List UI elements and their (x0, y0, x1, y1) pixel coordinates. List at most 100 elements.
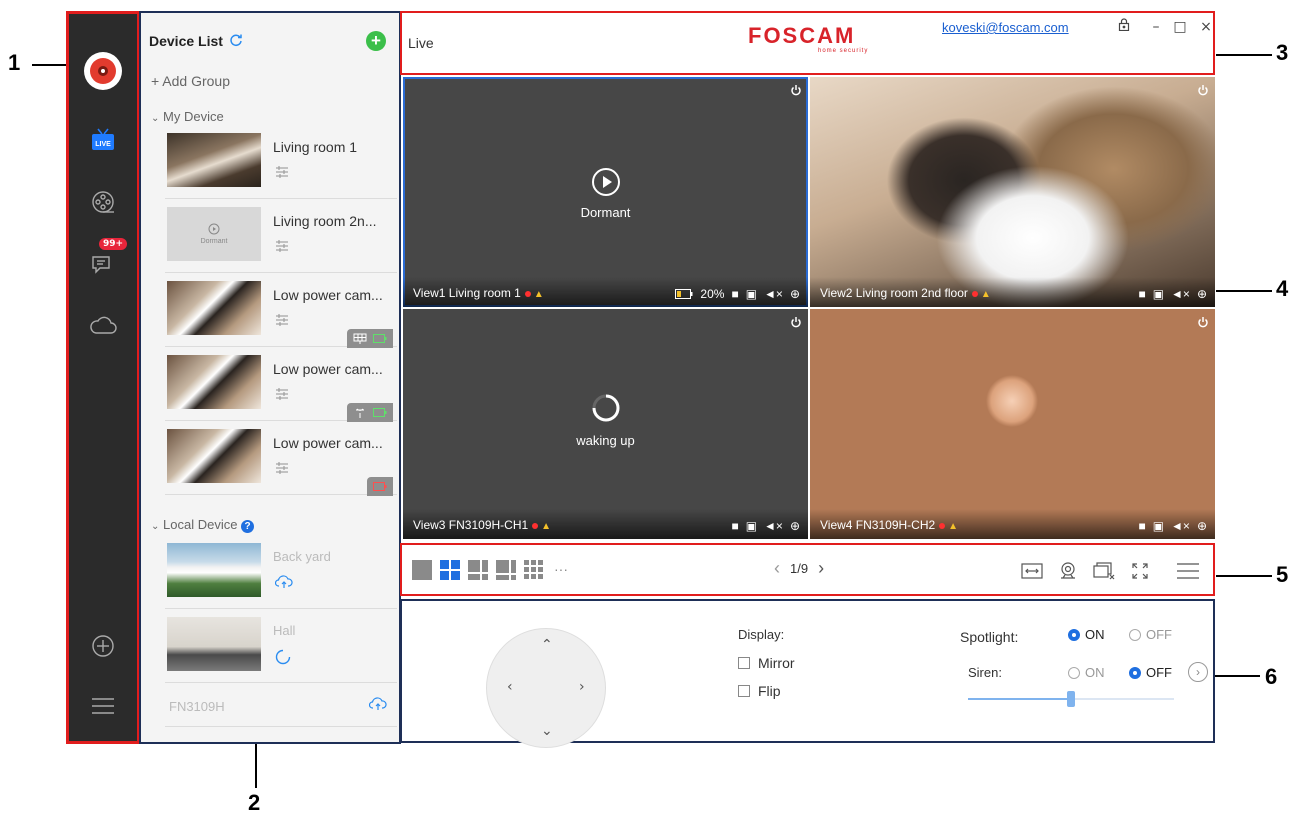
snapshot-icon[interactable]: ▣ (1153, 287, 1164, 301)
layout-1-icon[interactable] (412, 560, 432, 580)
play-button[interactable] (403, 167, 808, 200)
prev-page-button[interactable]: ‹ (774, 559, 780, 577)
minimize-button[interactable]: – (1146, 17, 1166, 37)
record-video-icon[interactable]: ■ (1138, 287, 1145, 301)
power-icon[interactable] (1197, 315, 1209, 333)
settings-sliders-icon[interactable] (275, 239, 289, 257)
snapshot-icon[interactable]: ▣ (746, 519, 757, 533)
ptz-left-button[interactable]: ‹ (507, 679, 513, 695)
add-device-button[interactable]: + (366, 31, 386, 51)
device-item[interactable]: Low power cam... (165, 421, 397, 496)
chevron-down-icon: ⌄ (151, 113, 160, 124)
device-name: Low power cam... (273, 361, 383, 377)
layout-4-icon[interactable] (440, 560, 460, 580)
mic-off-icon[interactable]: ⊕ (1197, 287, 1207, 301)
mute-icon[interactable]: ◄× (1171, 519, 1190, 533)
snapshot-icon[interactable]: ▣ (746, 287, 757, 301)
snapshot-icon[interactable]: ▣ (1153, 519, 1164, 533)
device-name: Living room 1 (273, 139, 358, 155)
slider-thumb[interactable] (1067, 691, 1075, 707)
power-icon[interactable] (790, 83, 802, 101)
radio-label: OFF (1146, 627, 1172, 642)
cloud-icon[interactable] (87, 310, 119, 342)
device-item[interactable]: Dormant Living room 2n... (165, 199, 397, 273)
video-view-1[interactable]: Dormant View1 Living room 1 ▲ 20% ■ ▣ ◄× … (403, 77, 808, 307)
bell-icon: ▲ (948, 521, 959, 532)
local-device-item[interactable]: Back yard (165, 535, 397, 609)
settings-sliders-icon[interactable] (275, 387, 289, 405)
settings-sliders-icon[interactable] (275, 313, 289, 331)
video-view-2[interactable]: View2 Living room 2nd floor ▲ ■ ▣ ◄× ⊕ (810, 77, 1215, 307)
my-device-section[interactable]: ⌄ My Device (151, 109, 224, 124)
local-device-item[interactable]: Hall (165, 609, 397, 683)
layout-6-icon[interactable] (468, 560, 488, 580)
callout-line-1 (32, 64, 66, 66)
menu-icon[interactable] (87, 690, 119, 722)
lock-icon[interactable] (1114, 17, 1134, 37)
loading-spinner-icon (275, 649, 291, 670)
layout-8-icon[interactable] (496, 560, 516, 580)
more-layouts-button[interactable]: ··· (554, 561, 568, 577)
battery-icon (675, 289, 693, 299)
ptz-joystick[interactable]: ⌃ ⌄ ‹ › (486, 628, 606, 748)
mute-icon[interactable]: ◄× (1171, 287, 1190, 301)
next-panel-button[interactable]: › (1188, 662, 1208, 682)
mirror-checkbox[interactable]: Mirror (738, 655, 795, 671)
device-thumbnail (167, 617, 261, 671)
video-view-4[interactable]: View4 FN3109H-CH2 ▲ ■ ▣ ◄× ⊕ (810, 309, 1215, 539)
power-icon[interactable] (790, 315, 802, 333)
next-page-button[interactable]: › (818, 559, 824, 577)
flip-checkbox[interactable]: Flip (738, 683, 781, 699)
live-tv-icon[interactable]: LIVE (87, 124, 119, 156)
mic-off-icon[interactable]: ⊕ (790, 287, 800, 301)
mic-off-icon[interactable]: ⊕ (1197, 519, 1207, 533)
settings-sliders-icon[interactable] (275, 461, 289, 479)
settings-sliders-icon[interactable] (275, 165, 289, 183)
device-item[interactable]: Low power cam... (165, 273, 397, 348)
fullscreen-icon[interactable] (1126, 557, 1154, 585)
spotlight-label: Spotlight: (960, 629, 1019, 645)
close-button[interactable]: × (1196, 17, 1216, 37)
device-item[interactable]: Living room 1 (165, 125, 397, 199)
ptz-down-button[interactable]: ⌄ (541, 723, 553, 739)
record-video-icon[interactable]: ■ (731, 519, 738, 533)
record-video-icon[interactable]: ■ (731, 287, 738, 301)
close-all-views-icon[interactable] (1090, 557, 1118, 585)
ptz-up-button[interactable]: ⌃ (541, 637, 553, 653)
messages-icon[interactable] (87, 247, 119, 279)
cloud-upload-icon[interactable] (274, 575, 293, 594)
mic-off-icon[interactable]: ⊕ (790, 519, 800, 533)
stretch-icon[interactable] (1018, 557, 1046, 585)
video-view-3[interactable]: waking up View3 FN3109H-CH1 ▲ ■ ▣ ◄× ⊕ (403, 309, 808, 539)
add-device-icon[interactable] (87, 630, 119, 662)
mute-icon[interactable]: ◄× (764, 287, 783, 301)
device-item[interactable]: Low power cam... (165, 347, 397, 422)
power-icon[interactable] (1197, 83, 1209, 101)
icon-sidebar: LIVE 99+ (66, 11, 140, 744)
local-device-section[interactable]: ⌄ Local Device ? (151, 517, 255, 533)
ptz-right-button[interactable]: › (579, 679, 585, 695)
refresh-icon[interactable] (229, 33, 243, 52)
record-video-icon[interactable]: ■ (1138, 519, 1145, 533)
cloud-upload-icon[interactable] (368, 697, 387, 716)
layout-9-icon[interactable] (524, 560, 543, 579)
siren-off-radio[interactable]: OFF (1129, 665, 1172, 680)
ptz-camera-icon[interactable] (1054, 557, 1082, 585)
mute-icon[interactable]: ◄× (764, 519, 783, 533)
callout-2: 2 (248, 790, 261, 815)
foscam-logo-icon[interactable] (84, 52, 122, 90)
menu-icon[interactable] (1174, 557, 1202, 585)
local-device-item[interactable]: FN3109H (165, 683, 397, 727)
radio-label: ON (1085, 627, 1105, 642)
playback-reel-icon[interactable] (87, 186, 119, 218)
charging-plug-icon (356, 408, 364, 418)
account-link[interactable]: koveski@foscam.com (942, 20, 1069, 35)
spotlight-on-radio[interactable]: ON (1068, 627, 1105, 642)
maximize-button[interactable]: □ (1170, 17, 1190, 37)
siren-on-radio[interactable]: ON (1068, 665, 1105, 680)
volume-slider[interactable] (968, 691, 1174, 707)
spotlight-off-radio[interactable]: OFF (1129, 627, 1172, 642)
help-icon[interactable]: ? (241, 520, 255, 533)
page-navigator: ‹ 1/9 › (774, 559, 824, 577)
add-group-button[interactable]: + Add Group (151, 73, 230, 89)
